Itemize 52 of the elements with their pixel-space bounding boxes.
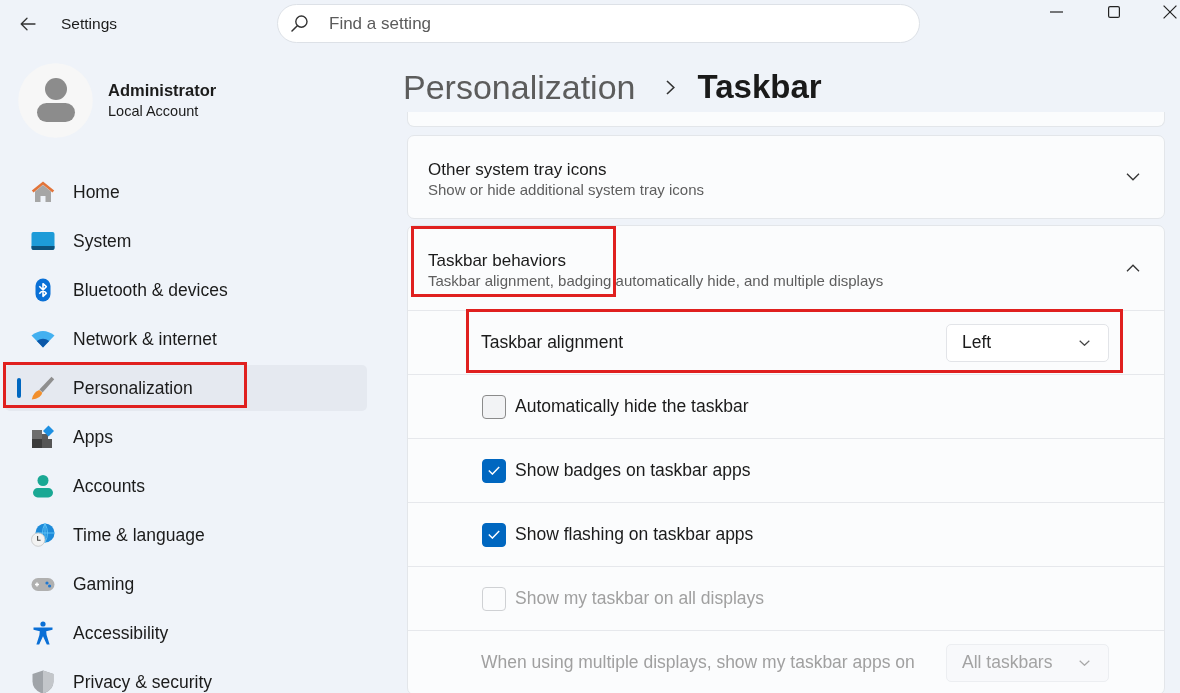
house-icon xyxy=(30,180,55,204)
monitor-icon xyxy=(30,229,55,253)
account-name: Administrator xyxy=(108,79,217,101)
caret-icon xyxy=(1079,659,1090,666)
sidebar-item[interactable]: Personalization xyxy=(5,365,367,411)
chevron-down-icon[interactable] xyxy=(1126,173,1140,181)
setting-label: Show my taskbar on all displays xyxy=(515,587,764,611)
checkmark-icon xyxy=(488,530,500,539)
wifi-icon xyxy=(30,330,55,348)
checkbox[interactable] xyxy=(482,394,506,419)
paintbrush-icon xyxy=(30,376,55,400)
sidebar-item[interactable]: Gaming xyxy=(5,561,367,607)
setting-label: When using multiple displays, show my taskbar apps on xyxy=(481,651,915,675)
sidebar-item[interactable]: Home xyxy=(5,169,367,215)
search-field[interactable]: Find a setting xyxy=(277,4,920,43)
maximize-icon[interactable] xyxy=(1108,6,1120,18)
sidebar-item[interactable]: Network & internet xyxy=(5,316,367,362)
dropdown[interactable]: Left xyxy=(946,323,1109,362)
page-title: Taskbar xyxy=(697,67,822,107)
sidebar-item[interactable]: Time & language xyxy=(5,512,367,558)
card-title: Other system tray icons xyxy=(428,160,607,180)
sidebar-item[interactable]: Accounts xyxy=(5,463,367,509)
chevron-right-icon xyxy=(666,79,676,95)
caret-icon xyxy=(1079,339,1090,346)
checkmark-icon xyxy=(488,466,500,475)
breadcrumb-link[interactable]: Personalization xyxy=(403,67,636,107)
apps-icon xyxy=(30,425,55,449)
account-type: Local Account xyxy=(108,101,200,121)
close-icon[interactable] xyxy=(1163,5,1177,19)
person-icon xyxy=(30,474,55,498)
setting-label: Show flashing on taskbar apps xyxy=(515,523,754,547)
back-arrow-icon[interactable] xyxy=(20,16,36,31)
card-title: Taskbar behaviors xyxy=(428,251,566,271)
card-subtitle: Show or hide additional system tray icons xyxy=(428,180,704,200)
person-avatar-icon xyxy=(18,63,93,138)
chevron-up-icon[interactable] xyxy=(1126,264,1140,272)
checkbox[interactable] xyxy=(482,522,506,547)
gamepad-icon xyxy=(30,576,55,592)
shield-icon xyxy=(30,670,55,693)
setting-label: Taskbar alignment xyxy=(481,331,624,355)
window-title: Settings xyxy=(61,13,117,34)
sidebar-item[interactable]: Bluetooth & devices xyxy=(5,267,367,313)
sidebar-item[interactable]: System xyxy=(5,218,367,264)
sidebar-item[interactable]: Apps xyxy=(5,414,367,460)
sidebar-item[interactable]: Accessibility xyxy=(5,610,367,656)
setting-label: Automatically hide the taskbar xyxy=(515,395,749,419)
sidebar-item[interactable]: Privacy & security xyxy=(5,659,367,693)
setting-label: Show badges on taskbar apps xyxy=(515,459,751,483)
checkbox[interactable] xyxy=(482,458,506,483)
card-subtitle: Taskbar alignment, badging automatically hide, and multiple displays xyxy=(428,271,884,291)
globe-clock-icon xyxy=(30,523,55,547)
search-icon xyxy=(291,15,308,32)
